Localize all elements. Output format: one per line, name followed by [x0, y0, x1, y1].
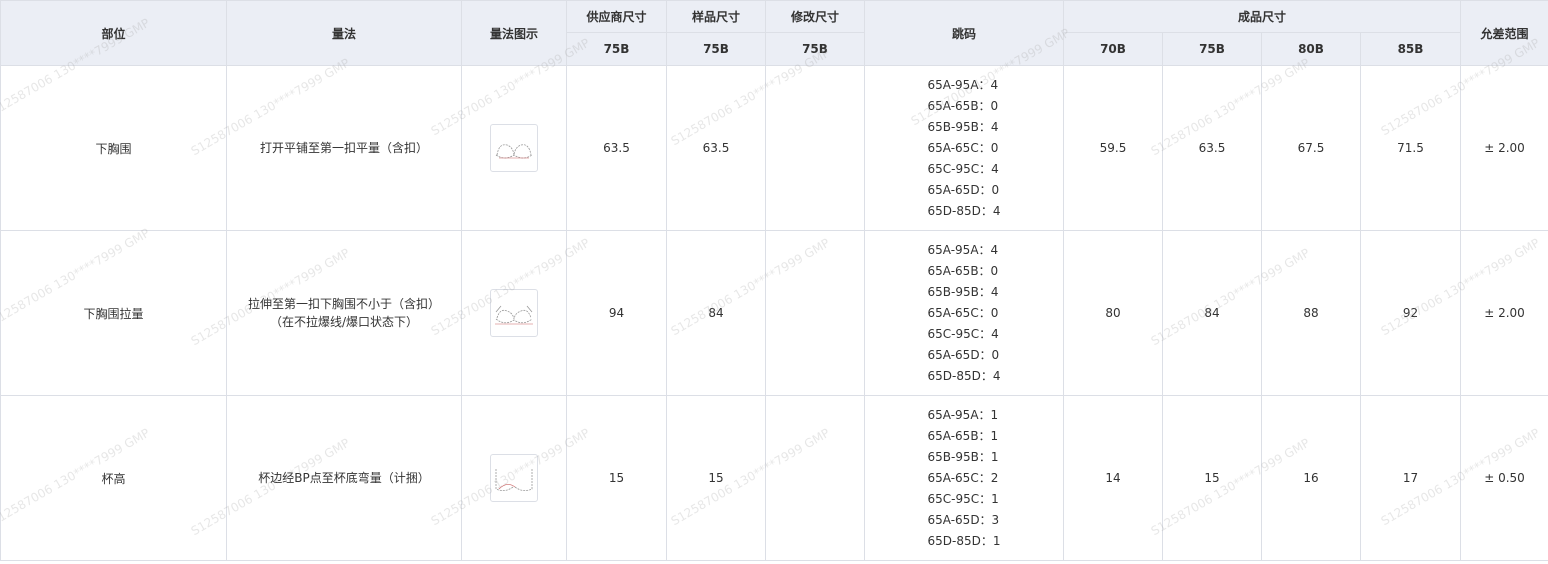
cell-finished: 14 — [1063, 395, 1163, 561]
header-finished-size: 70B — [1063, 32, 1163, 66]
cell-diagram — [461, 65, 567, 231]
header-tolerance: 允差范围 — [1460, 0, 1548, 66]
jump-item: 65D-85D：4 — [927, 368, 1001, 383]
cell-sample: 15 — [666, 395, 766, 561]
cell-supplier: 94 — [566, 230, 667, 396]
cell-jump: 65A-95A：1 65A-65B：1 65B-95B：1 65A-65C：2 … — [864, 395, 1064, 561]
cell-part: 下胸围拉量 — [0, 230, 227, 396]
jump-item: 65A-65C：0 — [927, 140, 999, 155]
header-diagram: 量法图示 — [461, 0, 567, 66]
jump-item: 65A-95A：4 — [927, 77, 999, 92]
header-modified: 修改尺寸 — [765, 0, 865, 33]
jump-item: 65A-65D：0 — [927, 182, 1000, 197]
bra-stretch-diagram-icon[interactable] — [490, 289, 538, 337]
cell-tolerance: ± 2.00 — [1460, 230, 1548, 396]
cell-jump: 65A-95A：4 65A-65B：0 65B-95B：4 65A-65C：0 … — [864, 65, 1064, 231]
cell-part: 杯高 — [0, 395, 227, 561]
table-header: 部位 量法 量法图示 供应商尺寸 样品尺寸 修改尺寸 跳码 成品尺寸 允差范围 … — [0, 0, 1548, 66]
header-jump: 跳码 — [864, 0, 1064, 66]
jump-item: 65A-65C：2 — [927, 470, 999, 485]
jump-item: 65A-65C：0 — [927, 305, 999, 320]
cell-method: 拉伸至第一扣下胸围不小于（含扣）（在不拉爆线/爆口状态下） — [226, 230, 462, 396]
header-part: 部位 — [0, 0, 227, 66]
jump-item: 65A-65B：0 — [927, 263, 999, 278]
bra-band-diagram-icon[interactable] — [490, 124, 538, 172]
header-supplier-size: 75B — [566, 32, 667, 66]
jump-item: 65A-65B：0 — [927, 98, 999, 113]
cell-method: 杯边经BP点至杯底弯量（计捆） — [226, 395, 462, 561]
jump-list: 65A-95A：1 65A-65B：1 65B-95B：1 65A-65C：2 … — [928, 405, 1001, 552]
jump-item: 65A-65B：1 — [927, 428, 999, 443]
jump-list: 65A-95A：4 65A-65B：0 65B-95B：4 65A-65C：0 … — [928, 75, 1001, 222]
jump-item: 65A-65D：3 — [927, 512, 1000, 527]
header-modified-size: 75B — [765, 32, 865, 66]
header-sample: 样品尺寸 — [666, 0, 766, 33]
header-finished-size: 80B — [1261, 32, 1361, 66]
cell-sample: 84 — [666, 230, 766, 396]
cell-finished: 80 — [1063, 230, 1163, 396]
cup-height-diagram-icon[interactable] — [490, 454, 538, 502]
cell-supplier: 15 — [566, 395, 667, 561]
header-supplier: 供应商尺寸 — [566, 0, 667, 33]
jump-item: 65C-95C：1 — [927, 491, 999, 506]
cell-method: 打开平铺至第一扣平量（含扣） — [226, 65, 462, 231]
jump-item: 65B-95B：1 — [927, 449, 999, 464]
cell-modified[interactable] — [765, 395, 865, 561]
cell-finished: 88 — [1261, 230, 1361, 396]
cell-jump: 65A-95A：4 65A-65B：0 65B-95B：4 65A-65C：0 … — [864, 230, 1064, 396]
cell-modified[interactable] — [765, 230, 865, 396]
jump-item: 65D-85D：4 — [927, 203, 1001, 218]
jump-list: 65A-95A：4 65A-65B：0 65B-95B：4 65A-65C：0 … — [928, 240, 1001, 387]
cell-finished: 15 — [1162, 395, 1262, 561]
jump-item: 65A-95A：1 — [927, 407, 999, 422]
cell-modified[interactable] — [765, 65, 865, 231]
jump-item: 65C-95C：4 — [927, 161, 999, 176]
cell-diagram — [461, 395, 567, 561]
jump-item: 65D-85D：1 — [927, 533, 1001, 548]
table-row: 下胸围 打开平铺至第一扣平量（含扣） 63.5 63.5 65A-95A：4 6… — [0, 65, 1548, 231]
header-finished-size: 85B — [1359, 32, 1462, 66]
cell-tolerance: ± 0.50 — [1460, 395, 1548, 561]
jump-item: 65A-95A：4 — [927, 242, 999, 257]
table-body: 下胸围 打开平铺至第一扣平量（含扣） 63.5 63.5 65A-95A：4 6… — [0, 65, 1548, 561]
cell-tolerance: ± 2.00 — [1460, 65, 1548, 231]
cell-sample: 63.5 — [666, 65, 766, 231]
cell-finished: 67.5 — [1261, 65, 1361, 231]
cell-part: 下胸围 — [0, 65, 227, 231]
cell-finished: 59.5 — [1063, 65, 1163, 231]
jump-item: 65B-95B：4 — [927, 284, 999, 299]
header-sample-size: 75B — [666, 32, 766, 66]
header-finished-size: 75B — [1162, 32, 1262, 66]
cell-finished: 16 — [1261, 395, 1361, 561]
size-spec-table: 部位 量法 量法图示 供应商尺寸 样品尺寸 修改尺寸 跳码 成品尺寸 允差范围 … — [0, 0, 1548, 561]
cell-finished: 17 — [1359, 395, 1462, 561]
cell-finished: 71.5 — [1359, 65, 1462, 231]
cell-supplier: 63.5 — [566, 65, 667, 231]
jump-item: 65A-65D：0 — [927, 347, 1000, 362]
cell-diagram — [461, 230, 567, 396]
cell-finished: 92 — [1359, 230, 1462, 396]
table-row: 下胸围拉量 拉伸至第一扣下胸围不小于（含扣）（在不拉爆线/爆口状态下） 94 8… — [0, 230, 1548, 396]
jump-item: 65C-95C：4 — [927, 326, 999, 341]
cell-finished: 63.5 — [1162, 65, 1262, 231]
jump-item: 65B-95B：4 — [927, 119, 999, 134]
header-finished: 成品尺寸 — [1062, 0, 1462, 33]
header-method: 量法 — [226, 0, 462, 66]
cell-finished: 84 — [1162, 230, 1262, 396]
table-row: 杯高 杯边经BP点至杯底弯量（计捆） 15 15 65A-95A：1 65A-6… — [0, 395, 1548, 561]
